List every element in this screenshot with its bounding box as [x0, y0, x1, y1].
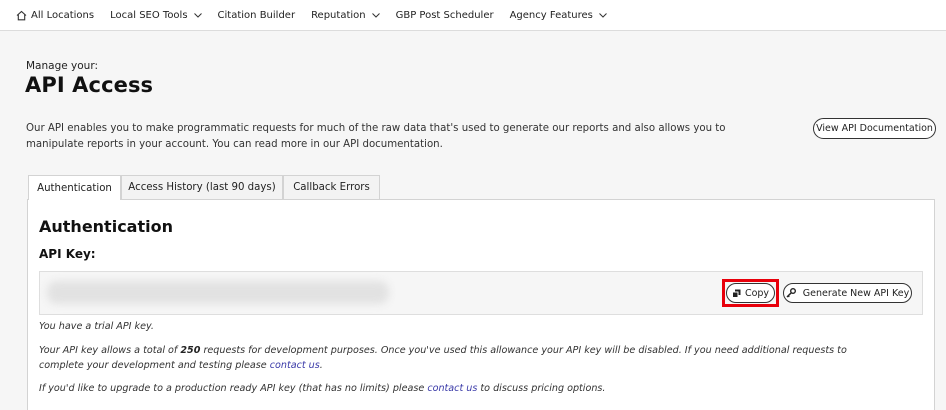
copy-button-label: Copy — [744, 287, 770, 299]
copy-icon — [731, 289, 741, 298]
copy-button[interactable]: Copy — [726, 283, 775, 303]
nav-all-locations[interactable]: All Locations — [16, 10, 94, 21]
nav-label: All Locations — [31, 9, 95, 21]
nav-label: Local SEO Tools — [110, 9, 188, 21]
trial-note: You have a trial API key. — [39, 321, 154, 332]
nav-label: Agency Features — [509, 9, 593, 21]
nav-reputation[interactable]: Reputation — [311, 10, 380, 21]
home-icon — [16, 10, 27, 20]
contact-us-link[interactable]: contact us — [427, 383, 477, 394]
top-nav: All Locations Local SEO Tools Citation B… — [0, 0, 946, 31]
nav-label: Reputation — [311, 9, 366, 21]
upgrade-text: to discuss pricing options. — [477, 383, 606, 394]
contact-us-link[interactable]: contact us — [270, 360, 320, 371]
allowance-text: . — [319, 359, 323, 371]
nav-agency-features[interactable]: Agency Features — [510, 10, 607, 21]
intro-text: Our API enables you to make programmatic… — [26, 123, 726, 150]
allowance-count: 250 — [180, 345, 201, 356]
chevron-down-icon — [599, 12, 607, 18]
chevron-down-icon — [193, 12, 202, 18]
tab-authentication[interactable]: Authentication — [28, 175, 121, 200]
allowance-note: Your API key allows a total of 250 reque… — [39, 344, 889, 373]
page-title: API Access — [25, 73, 154, 97]
upgrade-text: If you'd like to upgrade to a production… — [39, 383, 428, 394]
generate-new-api-key-button[interactable]: Generate New API Key — [783, 283, 912, 303]
tab-access-history[interactable]: Access History (last 90 days) — [121, 175, 283, 199]
nav-label: GBP Post Scheduler — [395, 9, 494, 21]
nav-citation-builder[interactable]: Citation Builder — [218, 10, 296, 21]
key-icon — [786, 288, 796, 298]
api-key-value-redacted — [47, 281, 389, 304]
nav-label: Citation Builder — [217, 9, 296, 21]
generate-button-label: Generate New API Key — [802, 287, 910, 299]
view-api-documentation-button[interactable]: View API Documentation — [813, 118, 936, 139]
page-subtitle: Manage your: — [26, 60, 99, 72]
api-key-label: API Key: — [39, 247, 96, 261]
allowance-text: Your API key allows a total of — [39, 345, 181, 356]
upgrade-note: If you'd like to upgrade to a production… — [39, 382, 889, 397]
tab-callback-errors[interactable]: Callback Errors — [283, 175, 380, 199]
chevron-down-icon — [371, 12, 380, 18]
nav-gbp-post-scheduler[interactable]: GBP Post Scheduler — [396, 10, 494, 21]
section-title: Authentication — [39, 217, 173, 236]
nav-local-seo-tools[interactable]: Local SEO Tools — [110, 9, 202, 21]
